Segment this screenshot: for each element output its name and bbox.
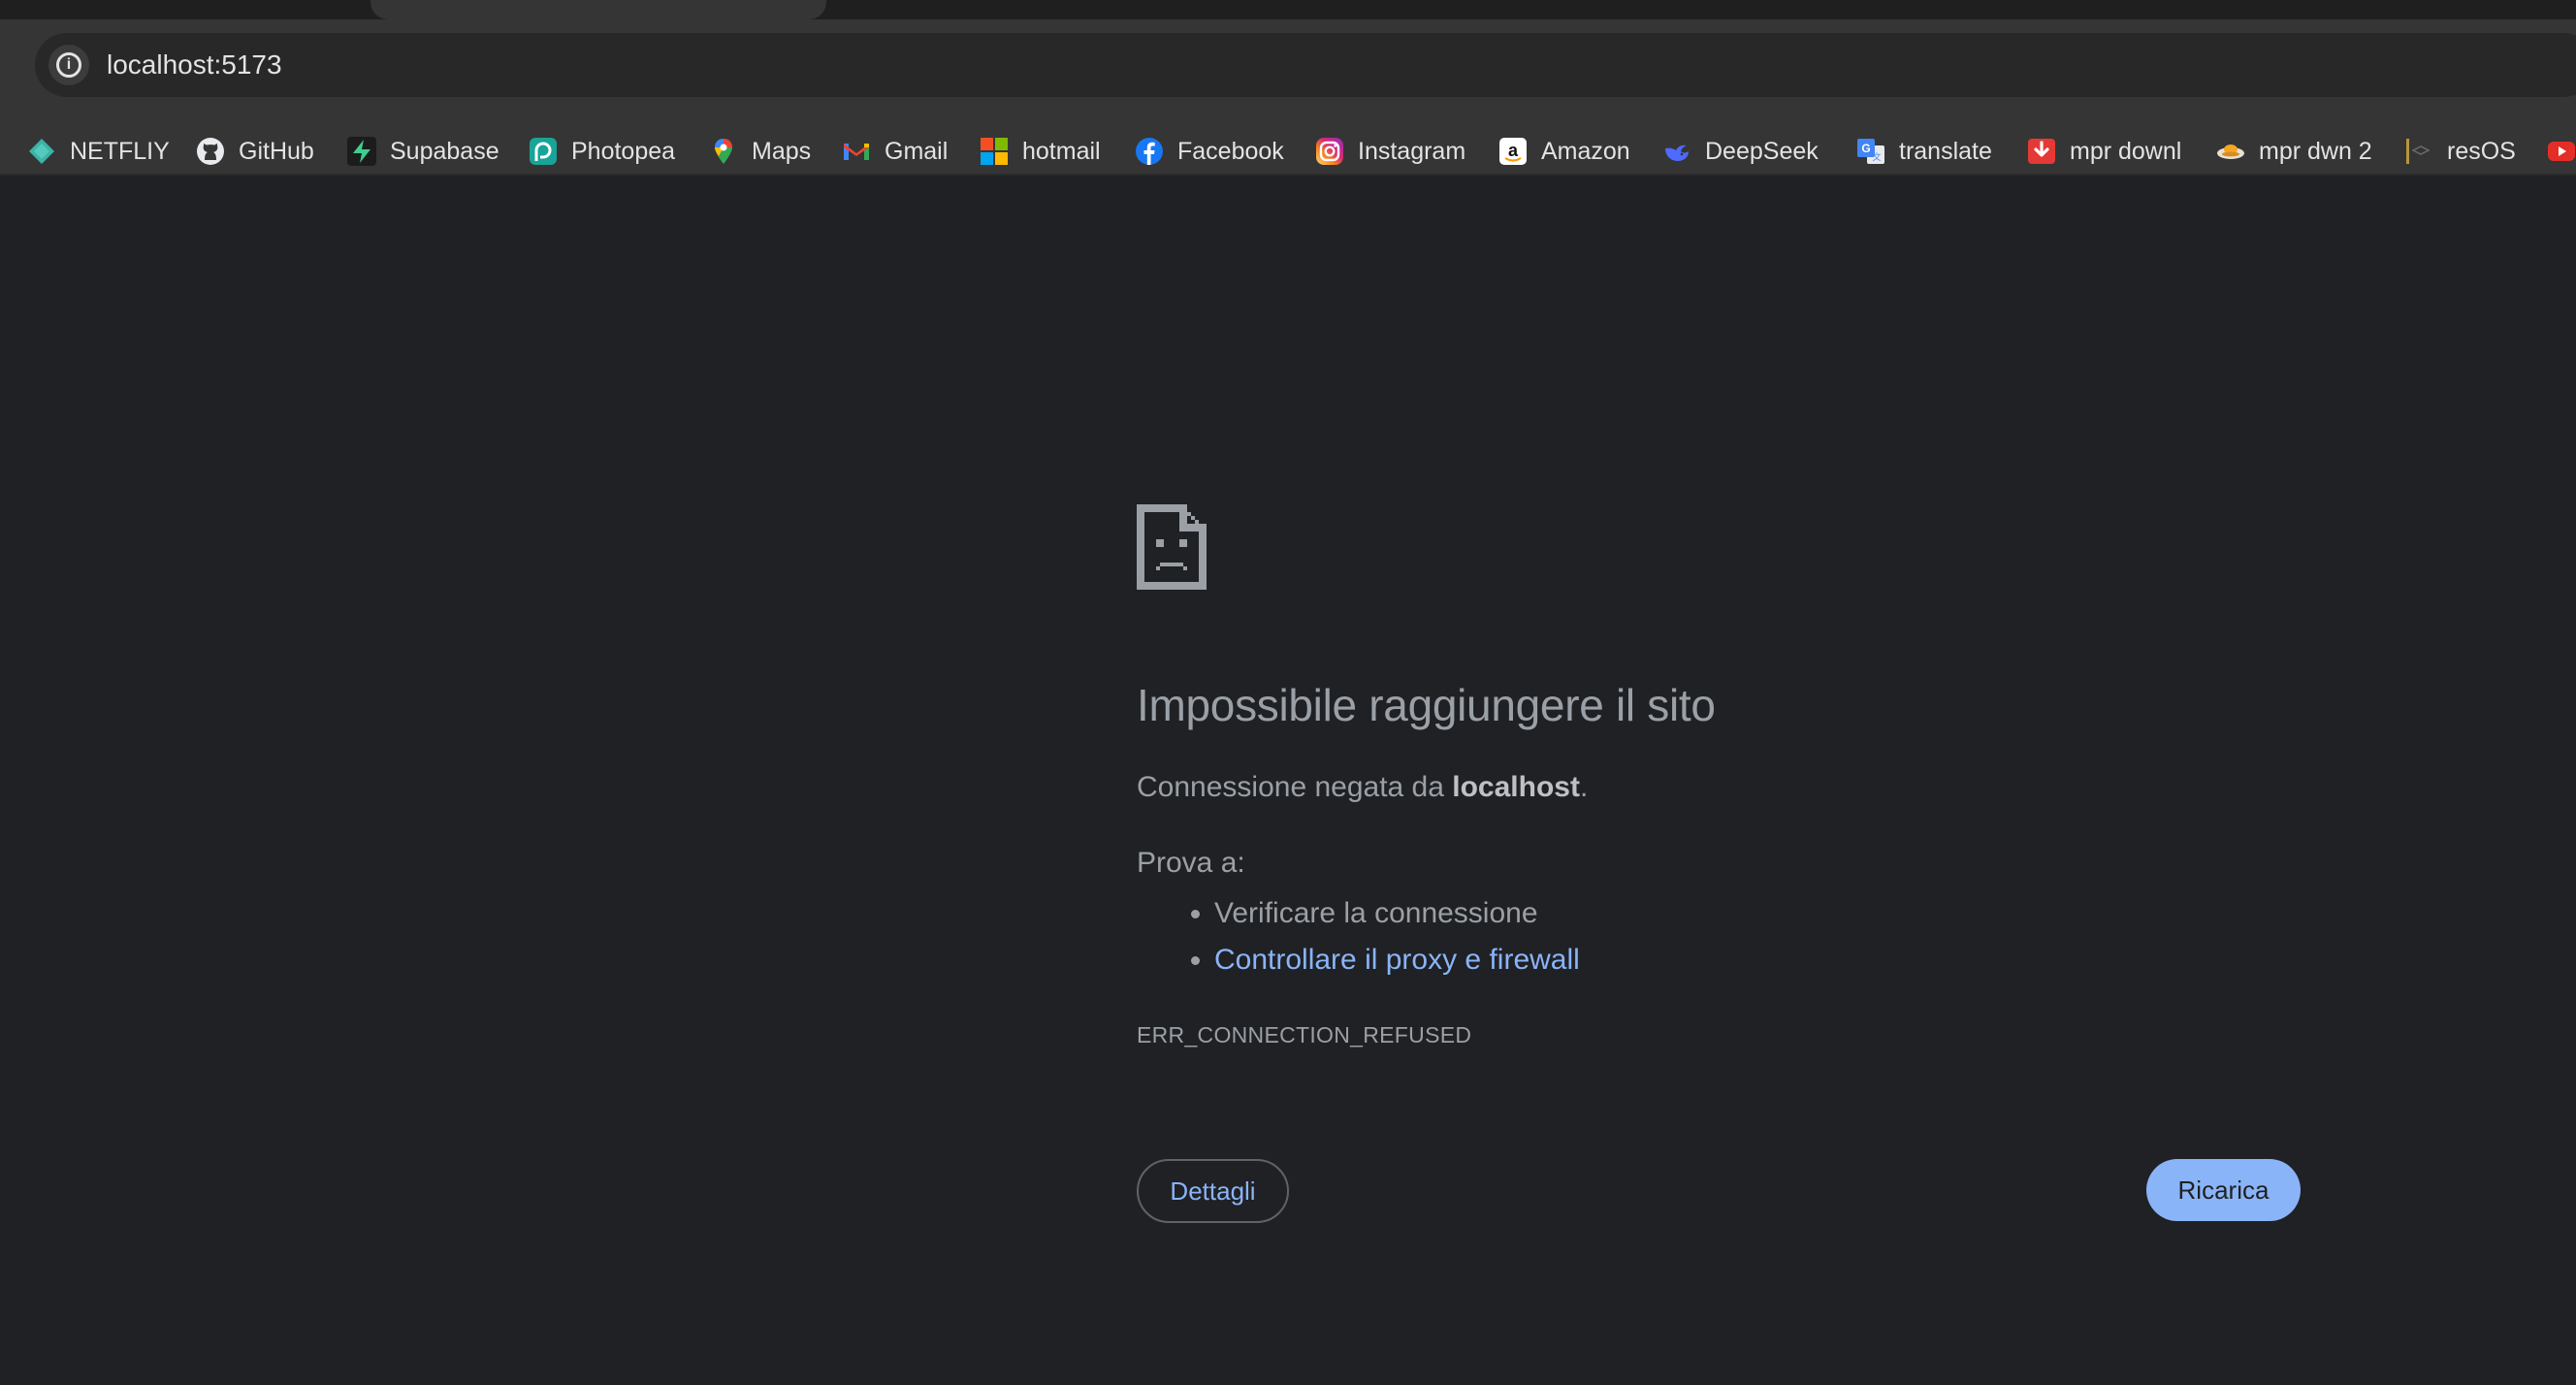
bookmark-label: mpr downl <box>2070 137 2182 165</box>
bookmark-github[interactable]: GitHub <box>196 132 314 171</box>
bookmark-deepseek[interactable]: DeepSeek <box>1662 132 1819 171</box>
bookmark-label: Supabase <box>390 137 499 165</box>
sad-document-icon <box>1137 504 1207 590</box>
bookmark-label: hotmail <box>1022 137 1101 165</box>
suggestions-list: Verificare la connessione Controllare il… <box>1137 890 1580 983</box>
bookmark-label: NETFLIY <box>70 137 170 165</box>
bookmark-amazon[interactable]: a Amazon <box>1498 132 1630 171</box>
bookmark-label: Gmail <box>885 137 949 165</box>
bookmark-netfliy[interactable]: NETFLIY <box>27 132 170 171</box>
supabase-bolt-icon <box>347 137 376 166</box>
microsoft-squares-icon <box>981 138 1008 165</box>
bookmark-label: Maps <box>752 137 812 165</box>
bookmark-label: Amazon <box>1541 137 1630 165</box>
bookmark-photopea[interactable]: Photopea <box>529 132 675 171</box>
bookmark-instagram[interactable]: Instagram <box>1315 132 1465 171</box>
active-tab[interactable] <box>370 0 826 19</box>
saucer-icon <box>2217 145 2244 159</box>
bookmark-mpr-dwn-2[interactable]: mpr dwn 2 <box>2216 132 2372 171</box>
bookmarks-bar: NETFLIY GitHub Supabase Photopea Maps Gm… <box>0 113 2576 196</box>
svg-text:G: G <box>1861 142 1870 155</box>
bookmark-facebook[interactable]: Facebook <box>1135 132 1284 171</box>
reload-button[interactable]: Ricarica <box>2146 1159 2301 1221</box>
google-translate-icon: G 文 <box>1857 139 1884 164</box>
suggestion-check-proxy-firewall-link[interactable]: Controllare il proxy e firewall <box>1214 937 1580 983</box>
bookmark-resos[interactable]: resOS <box>2404 132 2516 171</box>
address-bar-url[interactable]: localhost:5173 <box>107 33 282 97</box>
bookmark-label: GitHub <box>239 137 314 165</box>
facebook-icon <box>1136 138 1163 165</box>
bookmark-gmail[interactable]: Gmail <box>842 132 948 171</box>
suggestion-check-connection: Verificare la connessione <box>1214 890 1580 937</box>
browser-toolbar: i localhost:5173 NETFLIY GitHub Supabase… <box>0 19 2576 176</box>
gmail-icon <box>844 144 869 160</box>
maps-pin-icon <box>715 139 732 164</box>
bookmark-maps[interactable]: Maps <box>709 132 811 171</box>
bookmark-label: DeepSeek <box>1705 137 1819 165</box>
error-host: localhost <box>1452 771 1580 803</box>
bookmark-mpr-downl[interactable]: mpr downl <box>2027 132 2181 171</box>
github-icon <box>197 138 224 165</box>
svg-text:文: 文 <box>1872 151 1881 163</box>
error-code: ERR_CONNECTION_REFUSED <box>1137 1022 1472 1047</box>
download-arrow-icon <box>2028 139 2055 164</box>
address-bar[interactable]: i localhost:5173 <box>35 33 2576 97</box>
deepseek-whale-icon <box>1665 145 1689 161</box>
bookmark-label: Photopea <box>571 137 676 165</box>
resos-icon <box>2406 139 2431 164</box>
bookmark-translate[interactable]: G 文 translate <box>1856 132 1992 171</box>
netlify-diamond-icon <box>29 139 54 164</box>
bookmark-label: mpr dwn 2 <box>2259 137 2372 165</box>
instagram-icon <box>1316 138 1343 165</box>
bookmark-overflow-partial[interactable] <box>2547 132 2576 171</box>
bookmark-hotmail[interactable]: hotmail <box>980 132 1101 171</box>
photopea-icon <box>530 138 557 165</box>
svg-text:a: a <box>1508 141 1519 160</box>
try-label: Prova a: <box>1137 847 1245 879</box>
bookmark-label: Facebook <box>1177 137 1284 165</box>
error-description: Connessione negata da localhost. <box>1137 771 1588 804</box>
tab-strip <box>0 0 2576 19</box>
details-button[interactable]: Dettagli <box>1137 1159 1289 1223</box>
error-description-end: . <box>1579 771 1589 803</box>
amazon-icon: a <box>1499 138 1527 165</box>
error-title: Impossibile raggiungere il sito <box>1137 680 1716 730</box>
bookmark-label: resOS <box>2447 137 2516 165</box>
bookmark-supabase[interactable]: Supabase <box>347 132 499 171</box>
site-info-icon[interactable]: i <box>48 45 89 85</box>
error-description-text: Connessione negata da <box>1137 771 1453 803</box>
bookmark-label: translate <box>1899 137 1992 165</box>
youtube-icon <box>2548 142 2575 161</box>
bookmark-label: Instagram <box>1358 137 1466 165</box>
